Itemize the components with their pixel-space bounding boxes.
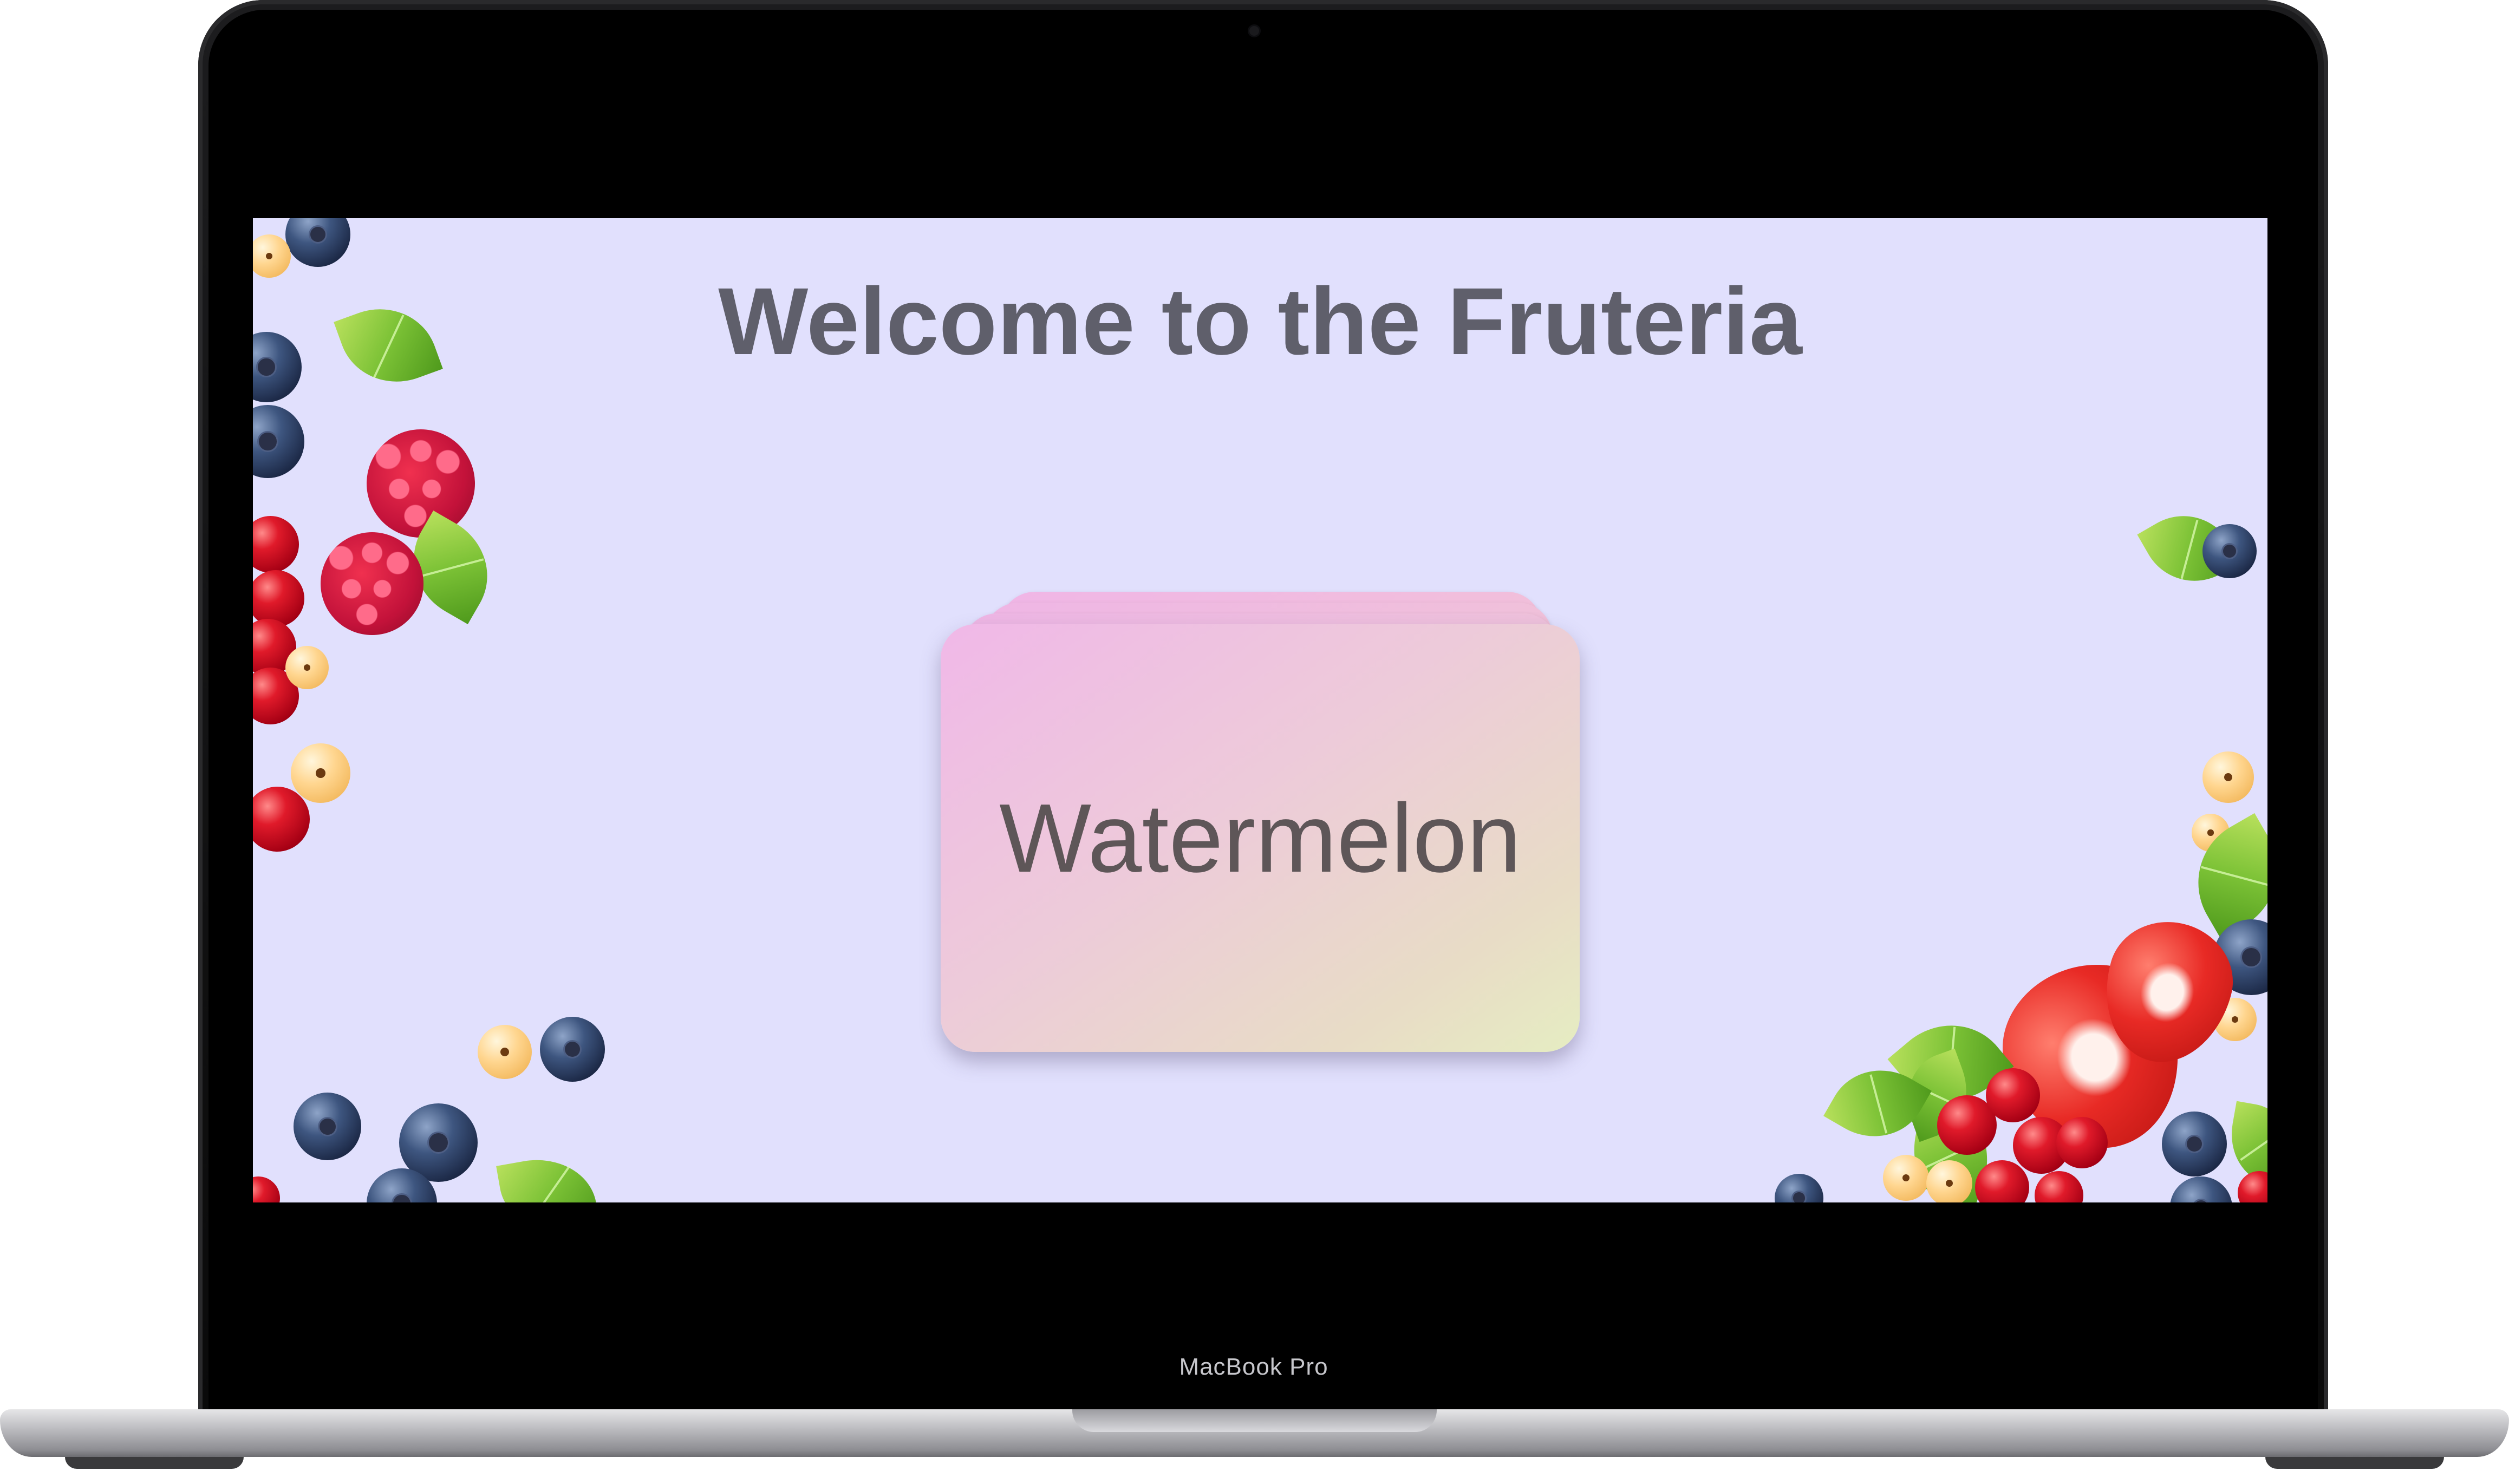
- camera-icon: [1249, 26, 1259, 36]
- yellow-currant-decoration: [1883, 1155, 1929, 1201]
- blueberry-decoration: [2162, 1112, 2227, 1176]
- fruit-flashcard[interactable]: Watermelon: [941, 624, 1580, 1052]
- laptop-foot: [2265, 1457, 2444, 1469]
- yellow-currant-decoration: [478, 1025, 532, 1079]
- app-screen: Welcome to the Fruteria Watermelon: [253, 218, 2267, 1202]
- yellow-currant-decoration: [291, 743, 350, 803]
- blueberry-decoration: [285, 218, 350, 267]
- blueberry-decoration: [540, 1017, 605, 1082]
- laptop-foot: [65, 1457, 244, 1469]
- mint-leaf-decoration: [496, 1150, 600, 1202]
- red-currant-decoration: [253, 1176, 280, 1202]
- red-currant-decoration: [2035, 1171, 2083, 1202]
- red-currant-decoration: [2238, 1171, 2267, 1202]
- flashcard-stack: Watermelon: [941, 592, 1591, 1063]
- raspberry-decoration: [367, 429, 475, 538]
- red-currant-decoration: [253, 787, 310, 852]
- red-currant-decoration: [1986, 1068, 2040, 1122]
- yellow-currant-decoration: [1926, 1160, 1972, 1202]
- red-currant-decoration: [253, 516, 299, 573]
- yellow-currant-decoration: [2202, 751, 2254, 803]
- flashcard-label: Watermelon: [999, 783, 1521, 893]
- red-currant-decoration: [253, 570, 304, 627]
- raspberry-decoration: [321, 532, 423, 635]
- device-mockup: Welcome to the Fruteria Watermelon MacBo…: [0, 0, 2509, 1484]
- blueberry-decoration: [2202, 524, 2257, 578]
- blueberry-decoration: [294, 1093, 361, 1160]
- page-title: Welcome to the Fruteria: [718, 269, 1802, 375]
- yellow-currant-decoration: [285, 646, 329, 689]
- device-model-label: MacBook Pro: [1179, 1354, 1328, 1380]
- red-currant-decoration: [2056, 1117, 2108, 1168]
- blueberry-decoration: [253, 405, 304, 478]
- laptop-opening-notch: [1072, 1409, 1437, 1432]
- blueberry-decoration: [1775, 1174, 1823, 1202]
- blueberry-decoration: [2170, 1176, 2232, 1202]
